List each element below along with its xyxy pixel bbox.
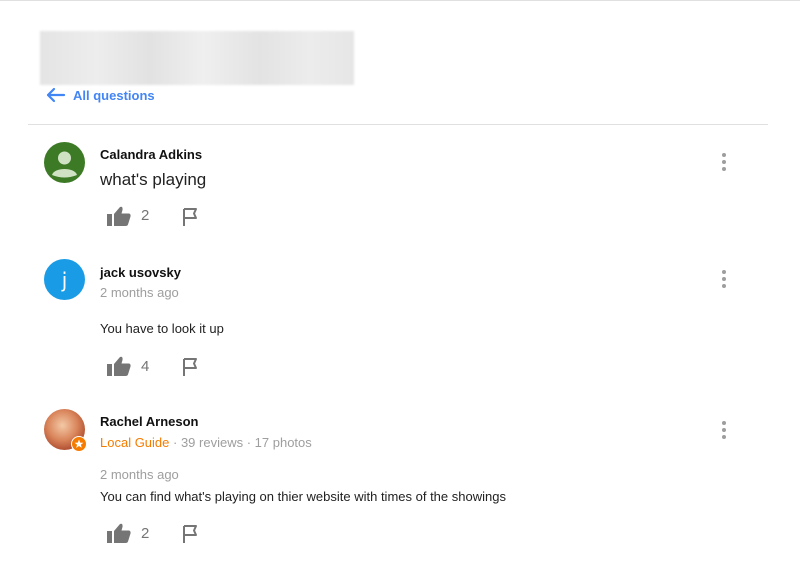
avatar xyxy=(44,142,85,183)
more-vert-icon xyxy=(722,270,726,274)
section-divider xyxy=(28,124,768,125)
photo-count: 17 photos xyxy=(254,435,312,450)
flag-icon xyxy=(183,525,197,543)
question-flag-button[interactable] xyxy=(180,206,202,228)
answer-timestamp: 2 months ago xyxy=(100,285,179,300)
thumbs-up-icon xyxy=(107,356,131,376)
question-more-menu[interactable] xyxy=(716,151,732,173)
avatar: j xyxy=(44,259,85,300)
answer-text: You can find what's playing on thier web… xyxy=(100,489,506,504)
flag-icon xyxy=(183,358,197,376)
blurred-place-header xyxy=(40,31,354,85)
avatar-letter: j xyxy=(61,267,68,292)
answer-author-meta: Local Guide · 39 reviews · 17 photos xyxy=(100,435,312,450)
thumbs-up-icon xyxy=(107,206,131,226)
thumbs-up-icon xyxy=(107,523,131,543)
answer-like-count: 2 xyxy=(141,525,150,542)
review-count: 39 reviews xyxy=(180,435,244,450)
answer-like-button[interactable] xyxy=(106,522,132,544)
question-author-name: Calandra Adkins xyxy=(100,147,203,162)
answer-like-count: 4 xyxy=(141,358,150,375)
flag-icon xyxy=(183,208,197,226)
answer-author-name: jack usovsky xyxy=(100,265,181,280)
avatar xyxy=(44,409,87,452)
question-text: what's playing xyxy=(100,170,207,189)
question-like-button[interactable] xyxy=(106,205,132,227)
answer-like-button[interactable] xyxy=(106,355,132,377)
back-link-label: All questions xyxy=(73,87,155,103)
answer-timestamp: 2 months ago xyxy=(100,467,179,482)
question-like-count: 2 xyxy=(141,207,150,224)
answer-flag-button[interactable] xyxy=(180,356,202,378)
answer-more-menu[interactable] xyxy=(716,419,732,441)
person-icon xyxy=(52,151,77,178)
answer-more-menu[interactable] xyxy=(716,268,732,290)
answer-flag-button[interactable] xyxy=(180,523,202,545)
more-vert-icon xyxy=(722,421,726,425)
more-vert-icon xyxy=(722,153,726,157)
back-arrow-icon xyxy=(46,87,66,103)
top-divider xyxy=(0,0,800,1)
local-guide-star-icon xyxy=(71,436,87,452)
answer-author-name: Rachel Arneson xyxy=(100,414,199,429)
local-guide-badge: Local Guide xyxy=(100,435,170,450)
answer-text: You have to look it up xyxy=(100,321,224,336)
back-to-all-questions-link[interactable]: All questions xyxy=(44,86,155,104)
